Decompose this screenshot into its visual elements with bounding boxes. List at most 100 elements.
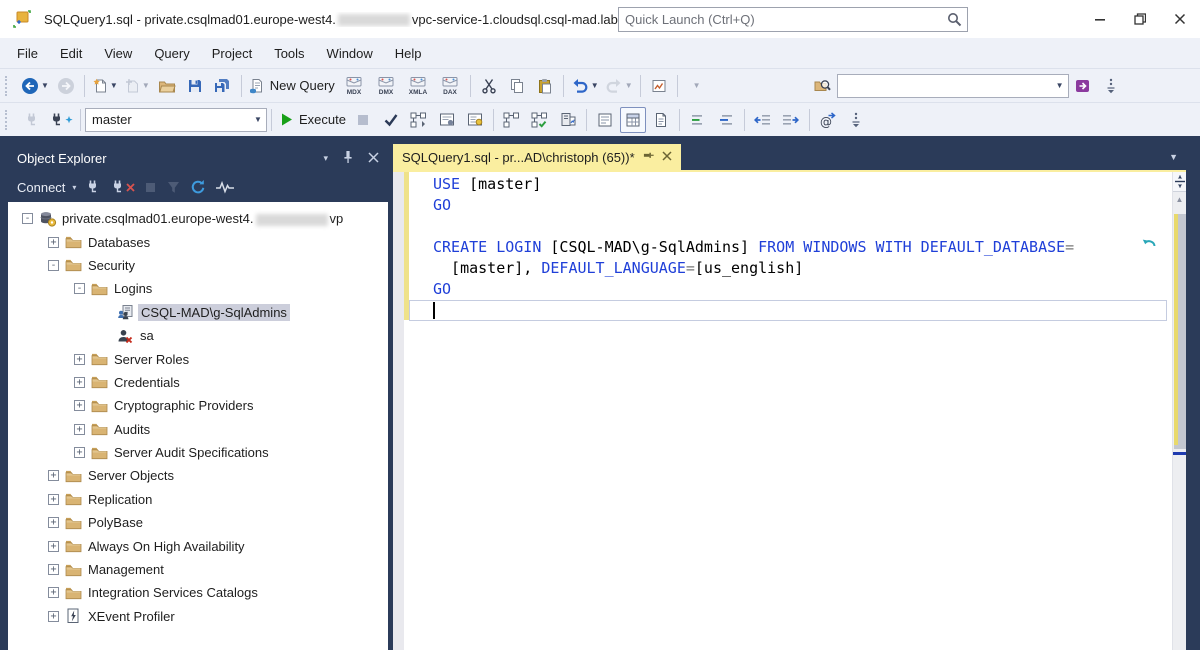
execute-button[interactable]: Execute	[277, 107, 348, 133]
parse-button[interactable]	[378, 107, 404, 133]
actual-plan-button[interactable]	[499, 107, 525, 133]
comment-button[interactable]	[685, 107, 711, 133]
results-file-button[interactable]	[648, 107, 674, 133]
query-options-button[interactable]	[434, 107, 460, 133]
tree-item-server-audit-specifications[interactable]: + Server Audit Specifications	[8, 441, 388, 464]
expand-icon[interactable]: +	[48, 587, 59, 599]
close-button[interactable]	[1160, 0, 1200, 38]
splitter-handle[interactable]	[1173, 172, 1186, 192]
oe-filter-button[interactable]	[166, 180, 181, 195]
tab-sqlquery1[interactable]: SQLQuery1.sql - pr...AD\christoph (65))*	[393, 144, 681, 170]
close-tab-icon[interactable]	[662, 150, 672, 164]
dax-query-button[interactable]: DAX	[435, 73, 465, 99]
oe-disconnect-button[interactable]	[110, 179, 136, 195]
tree-item-databases[interactable]: + Databases	[8, 230, 388, 253]
results-grid-button[interactable]	[619, 106, 646, 133]
tree-item-security[interactable]: - Security	[8, 254, 388, 277]
tree-item-server-root[interactable]: - private.csqlmad01.europe-west4. vp	[8, 207, 388, 230]
tab-list-dropdown-icon[interactable]: ▼	[1169, 152, 1186, 170]
query-designer-button[interactable]	[646, 73, 672, 99]
save-all-button[interactable]	[210, 73, 236, 99]
tree-item-management[interactable]: + Management	[8, 558, 388, 581]
expand-icon[interactable]: +	[48, 564, 59, 576]
add-item-button[interactable]: ▼	[122, 73, 152, 99]
tree-item-credentials[interactable]: + Credentials	[8, 371, 388, 394]
connect-button[interactable]: Connect ▾	[17, 180, 76, 195]
code-suggestion-icon[interactable]	[1141, 235, 1157, 254]
quick-launch-box[interactable]	[618, 7, 968, 32]
menu-project[interactable]: Project	[201, 42, 263, 65]
tree-item-audits[interactable]: + Audits	[8, 418, 388, 441]
find-combobox[interactable]: ▼	[836, 73, 1069, 98]
code-editor[interactable]: USE [master] GO CREATE LOGIN [CSQL-MAD\g-S…	[393, 172, 1186, 650]
menu-tools[interactable]: Tools	[263, 42, 315, 65]
undo-button[interactable]: ▼	[569, 73, 601, 99]
tree-item-always-on-high-availability[interactable]: + Always On High Availability	[8, 534, 388, 557]
expand-icon[interactable]: +	[74, 376, 85, 388]
toolbar-grip[interactable]	[5, 75, 13, 96]
expand-icon[interactable]: +	[48, 610, 59, 622]
results-text-button[interactable]	[592, 107, 618, 133]
connect-button[interactable]	[19, 107, 45, 133]
tree-item-polybase[interactable]: + PolyBase	[8, 511, 388, 534]
live-stats-button[interactable]	[527, 107, 553, 133]
pin-tab-icon[interactable]	[643, 150, 654, 164]
expand-icon[interactable]: +	[48, 470, 59, 482]
back-button[interactable]: ▼	[19, 73, 51, 99]
decrease-indent-button[interactable]	[750, 107, 776, 133]
collapse-icon[interactable]: -	[74, 283, 85, 295]
xmla-query-button[interactable]: XMLA	[403, 73, 433, 99]
tree-item-sa[interactable]: sa	[8, 324, 388, 347]
tree-item-csql-mad-g-sqladmins[interactable]: CSQL-MAD\g-SqlAdmins	[8, 301, 388, 324]
cut-button[interactable]	[476, 73, 502, 99]
expand-icon[interactable]: +	[74, 447, 85, 459]
expand-icon[interactable]: +	[48, 236, 59, 248]
tree-item-server-objects[interactable]: + Server Objects	[8, 464, 388, 487]
tree-item-integration-services-catalogs[interactable]: + Integration Services Catalogs	[8, 581, 388, 604]
increase-indent-button[interactable]	[778, 107, 804, 133]
change-connection-button[interactable]	[47, 107, 75, 133]
menu-window[interactable]: Window	[316, 42, 384, 65]
oe-stop-button[interactable]	[144, 181, 157, 194]
uncomment-button[interactable]	[713, 107, 739, 133]
quick-launch-input[interactable]	[619, 12, 941, 27]
vertical-scrollbar[interactable]: ▲	[1172, 172, 1186, 650]
intellisense-button[interactable]	[462, 107, 488, 133]
search-icon[interactable]	[941, 12, 967, 27]
database-combobox[interactable]: master ▼	[85, 107, 267, 132]
expand-icon[interactable]: +	[74, 353, 85, 365]
tree-item-server-roles[interactable]: + Server Roles	[8, 347, 388, 370]
save-button[interactable]	[182, 73, 208, 99]
redo-button[interactable]: ▼	[603, 73, 635, 99]
chevron-down-icon[interactable]: ▼	[1052, 81, 1068, 90]
close-panel-icon[interactable]	[368, 151, 379, 166]
cancel-query-button[interactable]	[350, 107, 376, 133]
mdx-query-button[interactable]: MDX	[339, 73, 369, 99]
toolbar-grip[interactable]	[5, 109, 13, 130]
scroll-up-arrow[interactable]: ▲	[1173, 192, 1186, 206]
pin-icon[interactable]	[342, 150, 354, 167]
copy-button[interactable]	[504, 73, 530, 99]
oe-connect-icon-button[interactable]	[85, 179, 101, 195]
expand-icon[interactable]: +	[74, 423, 85, 435]
menu-edit[interactable]: Edit	[49, 42, 93, 65]
tree-item-replication[interactable]: + Replication	[8, 488, 388, 511]
menu-help[interactable]: Help	[384, 42, 433, 65]
paste-button[interactable]	[532, 73, 558, 99]
chevron-down-icon[interactable]: ▼	[250, 115, 266, 124]
toolbar-overflow-button[interactable]	[1098, 73, 1124, 99]
properties-button[interactable]	[1070, 73, 1096, 99]
new-file-button[interactable]: ▼	[90, 73, 120, 99]
find-button[interactable]	[810, 73, 836, 99]
oe-activity-button[interactable]	[215, 180, 235, 194]
sqlcmd-button[interactable]: @	[815, 107, 841, 133]
menu-view[interactable]: View	[93, 42, 143, 65]
open-file-button[interactable]	[154, 73, 180, 99]
client-stats-button[interactable]	[555, 107, 581, 133]
menu-file[interactable]: File	[6, 42, 49, 65]
forward-button[interactable]	[53, 73, 79, 99]
expand-icon[interactable]: +	[48, 540, 59, 552]
code-area[interactable]: USE [master] GO CREATE LOGIN [CSQL-MAD\g-S…	[433, 174, 1074, 321]
menu-query[interactable]: Query	[143, 42, 200, 65]
oe-refresh-button[interactable]	[190, 179, 206, 195]
